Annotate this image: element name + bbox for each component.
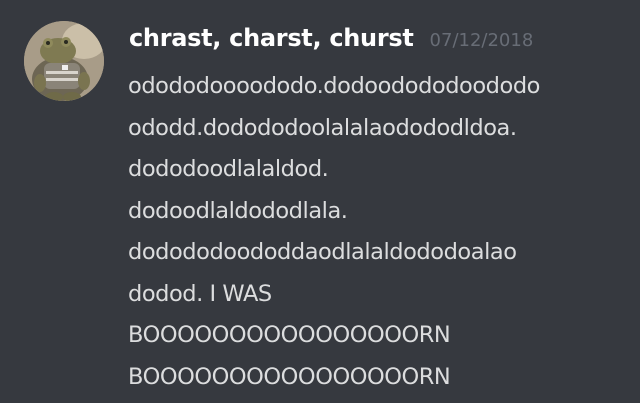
frog-avatar-icon: [24, 21, 104, 101]
message-line: ododd.dodododoolalalaodododldoa.: [128, 114, 517, 141]
message-content: odododoooododo.dodoodododoododo ododd.do…: [128, 66, 628, 398]
chat-message: chrast, charst, churst 07/12/2018 ododod…: [0, 0, 640, 403]
message-line: dodododoododdaodlalaldododoalao: [128, 239, 517, 265]
username[interactable]: chrast, charst, churst: [129, 24, 414, 52]
message-header: chrast, charst, churst 07/12/2018: [129, 24, 533, 60]
message-line: odododoooododo.dodoodododoododo: [128, 73, 540, 99]
message-line: dododoodlalaldod.: [128, 156, 329, 182]
message-line: BOOOOOOOOOOOOOOOORN: [128, 322, 451, 348]
timestamp: 07/12/2018: [429, 30, 534, 51]
user-avatar[interactable]: [24, 21, 104, 101]
message-line: dodoodlaldododlala.: [128, 197, 348, 224]
message-line: BOOOOOOOOOOOOOOOORN: [128, 363, 451, 390]
message-line: dodod. I WAS: [128, 280, 272, 307]
